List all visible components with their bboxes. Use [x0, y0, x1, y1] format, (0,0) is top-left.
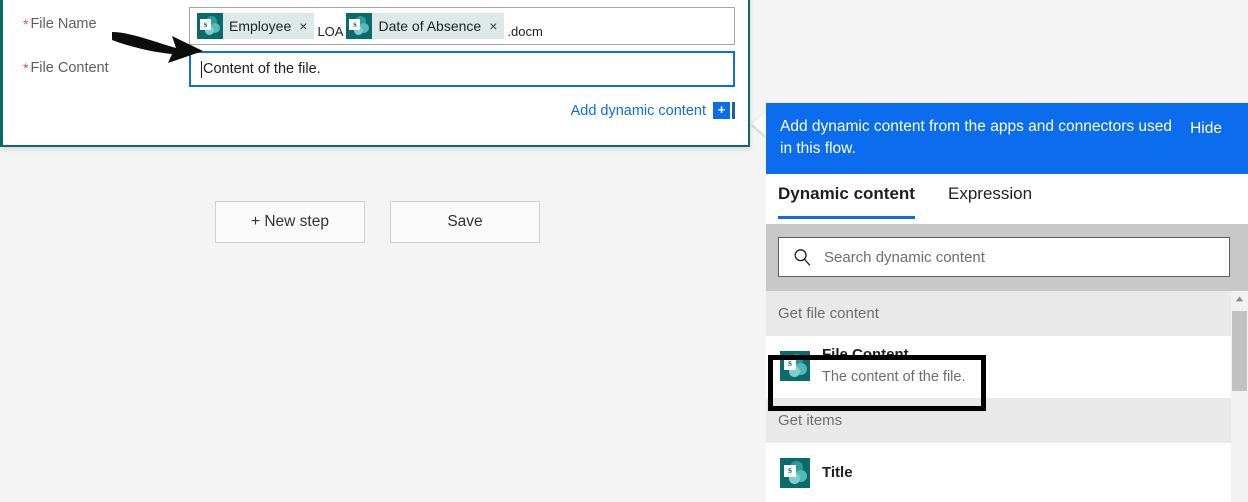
list-item-name: File Content — [822, 346, 909, 364]
chevron-up-icon — [1235, 296, 1244, 302]
list-item-name: Title — [822, 463, 853, 481]
scroll-up-arrow-icon[interactable] — [1231, 291, 1248, 308]
new-step-button[interactable]: + New step — [215, 201, 365, 243]
panel-pointer-triangle — [752, 111, 767, 137]
search-icon — [794, 248, 811, 266]
list-item-file-content[interactable]: s File Content The content of the file. — [766, 336, 1231, 396]
field-row-file-content: * File Content Content of the file. — [3, 51, 748, 98]
dynamic-content-list: Get file content s File Content The cont… — [766, 291, 1248, 502]
tab-expression[interactable]: Expression — [948, 184, 1032, 216]
token-remove-icon[interactable]: × — [299, 19, 314, 33]
add-dynamic-content-caret — [732, 102, 735, 119]
search-placeholder: Search dynamic content — [824, 248, 985, 266]
flow-action-card: * File Name s Employee × LOA s Date of Ab… — [0, 0, 750, 147]
list-item-texts: File Content The content of the file. — [822, 344, 965, 387]
file-name-static-text-middle: LOA — [317, 24, 344, 39]
panel-tabs: Dynamic content Expression — [766, 174, 1248, 224]
dynamic-content-panel: Add dynamic content from the apps and co… — [766, 103, 1248, 502]
list-item-texts: Title — [822, 462, 853, 484]
file-name-input[interactable]: s Employee × LOA s Date of Absence × .do… — [189, 7, 735, 45]
search-area: Search dynamic content — [766, 224, 1248, 291]
token-remove-icon[interactable]: × — [489, 19, 504, 33]
token-date-of-absence[interactable]: s Date of Absence × — [346, 13, 505, 39]
panel-scrollbar[interactable] — [1231, 291, 1248, 502]
sharepoint-icon: s — [780, 351, 810, 381]
sharepoint-icon: s — [197, 13, 223, 39]
save-button[interactable]: Save — [390, 201, 540, 243]
field-row-file-name: * File Name s Employee × LOA s Date of Ab… — [3, 7, 748, 54]
list-item-title[interactable]: s Title — [766, 443, 1231, 502]
file-content-input[interactable]: Content of the file. — [189, 51, 735, 87]
sharepoint-icon: s — [780, 457, 810, 488]
token-label: Employee — [229, 18, 292, 34]
hide-panel-button[interactable]: Hide — [1190, 120, 1222, 138]
required-asterisk: * — [23, 16, 29, 32]
file-name-static-text-end: .docm — [507, 24, 543, 39]
group-header-get-items: Get items — [766, 398, 1231, 443]
field-label-file-name: * File Name — [23, 15, 97, 32]
field-label-text: File Content — [30, 60, 109, 76]
file-content-placeholder: Content of the file. — [203, 61, 321, 77]
required-asterisk: * — [23, 60, 29, 76]
text-caret — [201, 60, 202, 78]
scrollbar-thumb[interactable] — [1232, 311, 1247, 391]
field-label-file-content: * File Content — [23, 59, 109, 76]
tab-dynamic-content[interactable]: Dynamic content — [778, 184, 915, 219]
add-dynamic-content-row: Add dynamic content + — [189, 102, 735, 119]
add-dynamic-content-link[interactable]: Add dynamic content — [571, 103, 706, 119]
group-header-get-file-content: Get file content — [766, 291, 1231, 336]
search-input[interactable]: Search dynamic content — [778, 237, 1230, 277]
token-label: Date of Absence — [378, 18, 482, 34]
sharepoint-icon: s — [346, 13, 373, 39]
token-employee[interactable]: s Employee × — [197, 13, 315, 39]
list-item-description: The content of the file. — [822, 369, 966, 385]
panel-header-text: Add dynamic content from the apps and co… — [780, 118, 1173, 157]
add-dynamic-content-plus-button[interactable]: + — [713, 102, 730, 119]
dynamic-content-panel-header: Add dynamic content from the apps and co… — [766, 103, 1248, 174]
field-label-text: File Name — [30, 16, 97, 32]
